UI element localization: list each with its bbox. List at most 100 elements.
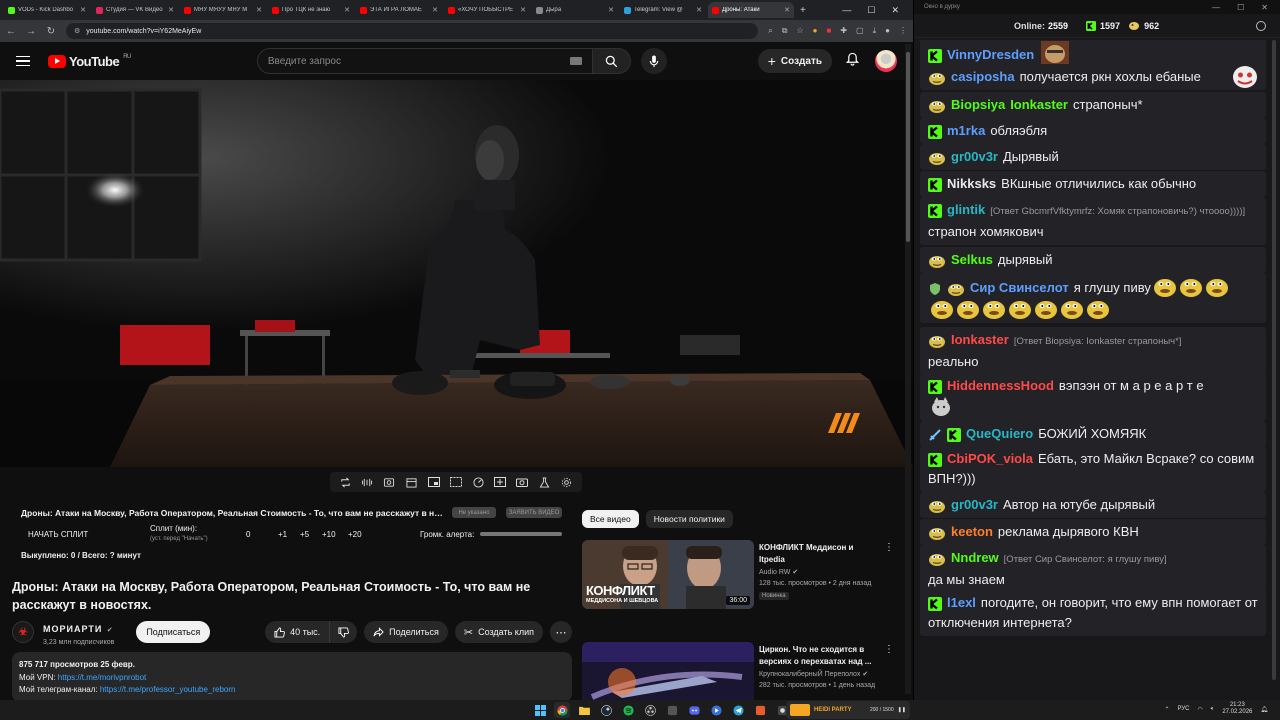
recommended-video[interactable]: Циркон. Что не сходится в версиях о пере… — [582, 642, 902, 700]
user-avatar[interactable] — [875, 50, 897, 72]
chat-message[interactable]: HiddennessHood вэпээн от м а р е а р т е — [920, 373, 1266, 421]
picture-in-picture-icon[interactable] — [427, 476, 440, 489]
chat-message[interactable]: m1rka обляэбля — [920, 118, 1266, 144]
browser-tab[interactable]: VODs - Kick Dashbo ✕ — [4, 2, 90, 18]
channel-avatar[interactable]: ☣ — [12, 621, 34, 643]
notification-bell-icon[interactable]: 🔔︎ — [1260, 706, 1268, 713]
chat-message[interactable]: keeton реклама дырявого КВН — [920, 519, 1266, 545]
chat-username[interactable]: QueQuiero — [966, 426, 1033, 441]
discord-icon[interactable] — [686, 702, 702, 718]
chat-message[interactable]: CbiPOK_viola Ебать, это Майкл Всраке? со … — [920, 446, 1266, 492]
close-icon[interactable]: ✕ — [432, 6, 438, 14]
media-player-icon[interactable] — [708, 702, 724, 718]
close-icon[interactable]: ✕ — [1261, 3, 1268, 12]
video-thumbnail[interactable] — [582, 642, 754, 700]
not-specified-pill[interactable]: Не указано — [452, 507, 496, 518]
wifi-icon[interactable]: ◠ — [1197, 706, 1202, 713]
close-icon[interactable]: ✕ — [608, 6, 614, 14]
close-icon[interactable]: ✕ — [80, 6, 86, 14]
translate-icon[interactable]: ⧉ — [782, 26, 788, 36]
app-icon[interactable] — [664, 702, 680, 718]
close-icon[interactable]: ✕ — [168, 6, 174, 14]
chat-message[interactable]: glintik [Ответ GbcmrfVfktymrfz: Хомяк стр… — [920, 197, 1266, 245]
start-split-button[interactable]: НАЧАТЬ СПЛИТ — [28, 530, 88, 539]
back-icon[interactable]: ← — [6, 26, 16, 37]
site-info-icon[interactable]: ⚙ — [74, 27, 80, 35]
close-icon[interactable]: ✕ — [891, 5, 899, 16]
chat-message[interactable]: QueQuiero БОЖИЙ ХОМЯЯК — [920, 421, 1266, 447]
app-icon[interactable] — [752, 702, 768, 718]
chat-username[interactable]: casiposha — [951, 69, 1015, 84]
search-input[interactable]: Введите запрос — [256, 48, 593, 74]
dislike-button[interactable] — [330, 621, 358, 643]
create-button[interactable]: + Создать — [757, 49, 832, 73]
flask-icon[interactable] — [538, 476, 551, 489]
extensions-puzzle-icon[interactable]: ✚ — [840, 26, 847, 36]
split-option[interactable]: +20 — [348, 530, 362, 539]
speed-icon[interactable] — [472, 476, 485, 489]
chat-username[interactable]: Biopsiya — [951, 97, 1005, 112]
youtube-logo[interactable]: YouTube RU — [48, 54, 131, 69]
chat-username[interactable]: CbiPOK_viola — [947, 451, 1033, 466]
chip-all-videos[interactable]: Все видео — [582, 510, 639, 528]
reload-icon[interactable]: ↻ — [46, 26, 56, 37]
maximize-icon[interactable]: ☐ — [1237, 3, 1244, 12]
more-vert-icon[interactable]: ⋮ — [884, 542, 894, 553]
hamburger-menu-icon[interactable] — [16, 55, 30, 67]
recommended-video-title[interactable]: КОНФЛИКТ Меддисон и Itpedia — [759, 542, 881, 566]
screenshot-icon[interactable] — [383, 476, 396, 489]
url-input[interactable]: ⚙ youtube.com/watch?v=iY62MeAiyEw — [66, 23, 759, 39]
sidebar-icon[interactable]: ▢ — [856, 26, 864, 36]
like-button[interactable]: 40 тыс. — [265, 621, 331, 643]
alert-volume-slider[interactable] — [480, 532, 562, 536]
browser-tab-active[interactable]: Дроны: Атаки ✕ — [708, 2, 794, 18]
browser-tab[interactable]: Студия — VK Видео ✕ — [92, 2, 178, 18]
browser-tab[interactable]: Про ТЦК не знаю ✕ — [268, 2, 354, 18]
recommended-channel[interactable]: Audio RW ✔ — [759, 568, 798, 576]
video-player[interactable] — [0, 80, 913, 467]
chat-username[interactable]: Selkus — [951, 252, 993, 267]
telegram-link[interactable]: https://t.me/professor_youtube_reborn — [100, 685, 236, 694]
split-option[interactable]: +1 — [278, 530, 287, 539]
create-clip-button[interactable]: ✂ Создать клип — [454, 621, 543, 643]
chat-username[interactable]: Сир Свинселот — [970, 280, 1069, 295]
system-clock[interactable]: 21:23 27.02.2026 — [1222, 702, 1252, 716]
audio-waves-icon[interactable] — [361, 476, 374, 489]
chat-message[interactable]: Selkus дырявый — [920, 247, 1266, 273]
close-icon[interactable]: ✕ — [344, 6, 350, 14]
media-pause-icon[interactable]: ❚❚ — [898, 707, 906, 713]
chat-message[interactable]: casiposha получается ркн хохлы ебаные — [920, 64, 1266, 90]
close-icon[interactable]: ✕ — [784, 6, 790, 14]
media-widget[interactable]: HEIDI PARTY 200 / 1500 ❚❚ — [786, 701, 910, 719]
browser-tab[interactable]: ЭТА ИГРА ЛОМАЕ ✕ — [356, 2, 442, 18]
video-description[interactable]: 875 717 просмотров 25 февр. Мой VPN: htt… — [12, 652, 572, 700]
chip-politics-news[interactable]: Новости политики — [645, 510, 733, 528]
settings-gear-icon[interactable] — [560, 476, 573, 489]
bookmark-star-icon[interactable]: ☆ — [796, 26, 803, 36]
close-icon[interactable]: ✕ — [256, 6, 262, 14]
scrollbar-thumb[interactable] — [1272, 40, 1276, 680]
add-marker-icon[interactable] — [494, 476, 507, 489]
chat-message[interactable]: l1exl погодите, он говорит, что ему впн п… — [920, 590, 1266, 636]
chat-username[interactable]: VinnyDresden — [947, 47, 1034, 62]
chrome-icon[interactable] — [554, 702, 570, 718]
loop-icon[interactable] — [339, 476, 352, 489]
recommended-video[interactable]: КОНФЛИКТ МЕДДИСОНА И ШЕВЦОВА 36:00 КОНФЛ… — [582, 540, 902, 610]
split-option[interactable]: +10 — [322, 530, 336, 539]
chat-username[interactable]: Ionkaster — [951, 332, 1009, 347]
browser-tab[interactable]: «ХОЧУ ПОБЫСТРЕ ✕ — [444, 2, 530, 18]
split-option[interactable]: 0 — [246, 530, 250, 539]
browser-tab[interactable]: Дыра ✕ — [532, 2, 618, 18]
chat-username[interactable]: glintik — [947, 202, 985, 217]
scrollbar-thumb[interactable] — [906, 52, 910, 242]
chat-username[interactable]: keeton — [951, 524, 993, 539]
share-button[interactable]: Поделиться — [364, 621, 448, 643]
calendar-icon[interactable] — [405, 476, 418, 489]
keyboard-icon[interactable] — [569, 57, 582, 65]
recommended-channel[interactable]: КрупнокалиберныЙ Переполох ✔ — [759, 670, 868, 678]
steam-icon[interactable] — [598, 702, 614, 718]
chat-message[interactable]: Biopsiya Ionkaster страпоныч* — [920, 92, 1266, 118]
extension-icon[interactable]: ● — [813, 26, 818, 36]
chat-message[interactable]: gr00v3r Дырявый — [920, 144, 1266, 170]
language-indicator[interactable]: РУС — [1177, 706, 1189, 712]
